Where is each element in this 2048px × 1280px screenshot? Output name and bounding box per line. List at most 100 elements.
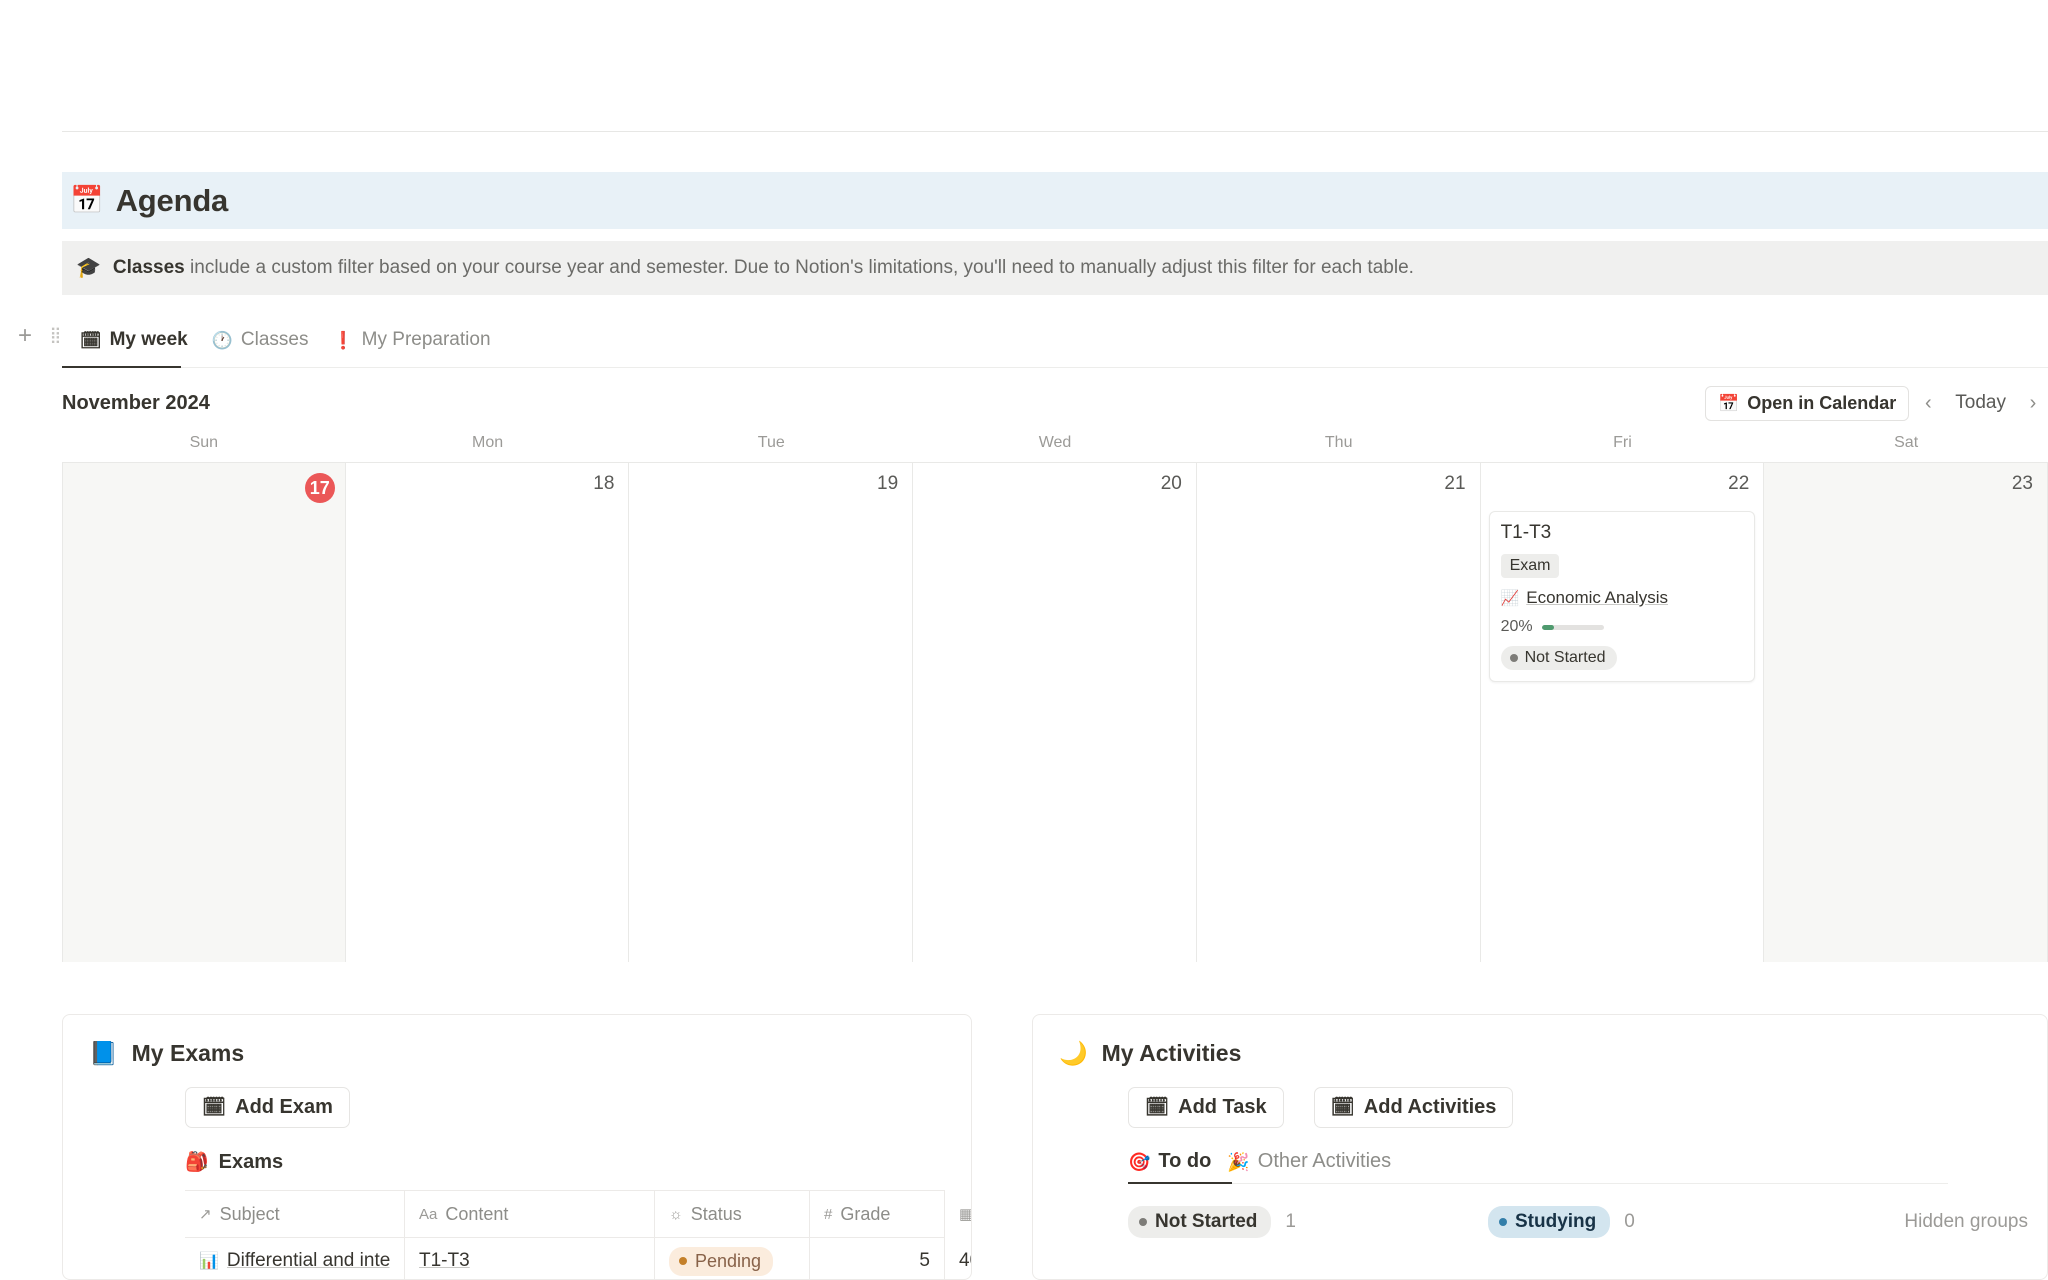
column-header-subject[interactable]: ↗ Subject bbox=[185, 1191, 405, 1237]
tab-to-do-label: To do bbox=[1158, 1150, 1212, 1172]
event-status-badge: Not Started bbox=[1500, 646, 1617, 670]
group-badge: Studying bbox=[1487, 1206, 1611, 1238]
tab-classes[interactable]: 🕐 Classes bbox=[200, 323, 321, 357]
crescent-moon-icon: 🌙 bbox=[1059, 1039, 1088, 1066]
weekday-mon: Mon bbox=[472, 434, 504, 451]
calendar-icon: 🗓 bbox=[1145, 1097, 1170, 1118]
weekday-thu: Thu bbox=[1324, 434, 1353, 451]
event-tag: Exam bbox=[1500, 554, 1560, 578]
column-header-weight[interactable]: ▦ We bbox=[945, 1191, 972, 1237]
chevron-left-icon[interactable]: ‹ bbox=[1913, 388, 1943, 418]
my-exams-header: 📘 My Exams bbox=[63, 1035, 971, 1071]
column-label-content: Content bbox=[445, 1203, 509, 1224]
event-progress-label: 20% bbox=[1500, 618, 1533, 635]
day-number: 21 bbox=[1444, 473, 1466, 494]
day-cell-18[interactable]: 18 bbox=[346, 463, 630, 962]
column-header-content[interactable]: Aa Content bbox=[405, 1191, 655, 1237]
status-icon: ☼ bbox=[669, 1205, 683, 1223]
column-header-grade[interactable]: # Grade bbox=[810, 1191, 945, 1237]
text-icon: Aa bbox=[419, 1205, 438, 1223]
add-exam-button[interactable]: 🗓 Add Exam bbox=[185, 1087, 350, 1128]
cell-subject[interactable]: 📊 Differential and integ bbox=[185, 1238, 405, 1279]
day-number: 18 bbox=[593, 473, 615, 494]
callout-text: Classes include a custom filter based on… bbox=[113, 256, 1414, 281]
day-cell-23[interactable]: 23 bbox=[1764, 463, 2048, 962]
group-label: Not Started bbox=[1155, 1211, 1258, 1232]
column-header-status[interactable]: ☼ Status bbox=[655, 1191, 810, 1237]
tab-to-do[interactable]: 🎯 To do bbox=[1128, 1150, 1211, 1177]
calendar-weekday-header: Sun Mon Tue Wed Thu Fri Sat bbox=[62, 428, 2048, 458]
add-activities-button[interactable]: 🗓 Add Activities bbox=[1313, 1087, 1514, 1128]
chevron-right-icon[interactable]: › bbox=[2018, 388, 2048, 418]
day-number: 19 bbox=[877, 473, 899, 494]
cell-status[interactable]: Pending bbox=[655, 1238, 810, 1279]
tab-other-activities-label: Other Activities bbox=[1257, 1150, 1392, 1172]
status-dot-icon bbox=[1498, 1218, 1507, 1226]
cell-weight-label: 40% bbox=[959, 1250, 971, 1271]
target-icon: 🎯 bbox=[1128, 1151, 1151, 1172]
status-badge-label: Pending bbox=[695, 1250, 762, 1271]
add-task-label: Add Task bbox=[1178, 1096, 1267, 1118]
calendar-icon: 🗓 bbox=[202, 1097, 227, 1118]
my-activities-panel: 🌙 My Activities 🗓 Add Task 🗓 Add Activit… bbox=[1032, 1014, 2048, 1280]
table-row[interactable]: 📊 Differential and integ T1-T3 Pending 5 bbox=[185, 1238, 971, 1279]
group-not-started[interactable]: Not Started 1 bbox=[1128, 1206, 1296, 1238]
event-progress: 20% bbox=[1501, 618, 1744, 636]
chart-icon: 📊 bbox=[199, 1253, 219, 1270]
event-title: T1-T3 bbox=[1500, 522, 1552, 543]
calendar-month-label: November 2024 bbox=[62, 391, 210, 414]
exams-database-label: Exams bbox=[218, 1150, 284, 1173]
tab-other-activities[interactable]: 🎉 Other Activities bbox=[1227, 1150, 1391, 1177]
backpack-icon: 🎒 bbox=[185, 1152, 209, 1173]
calendar-event-card[interactable]: T1-T3 Exam 📈 Economic Analysis 20% Not S… bbox=[1488, 511, 1756, 682]
tab-classes-label: Classes bbox=[240, 329, 309, 350]
day-number: 23 bbox=[2011, 473, 2033, 494]
weekday-fri: Fri bbox=[1613, 434, 1632, 451]
open-in-calendar-button[interactable]: 📅 Open in Calendar bbox=[1705, 385, 1910, 421]
group-count: 1 bbox=[1285, 1211, 1296, 1232]
chart-icon: 📈 bbox=[1500, 589, 1520, 607]
info-callout: 🎓 Classes include a custom filter based … bbox=[62, 241, 2048, 295]
activities-tabbar: 🎯 To do 🎉 Other Activities bbox=[1128, 1150, 1948, 1184]
cell-weight[interactable]: 40% bbox=[945, 1238, 971, 1279]
day-cell-19[interactable]: 19 bbox=[629, 463, 914, 962]
graduation-cap-icon: 🎓 bbox=[76, 257, 101, 279]
day-cell-20[interactable]: 20 bbox=[913, 463, 1197, 962]
tabbar-divider bbox=[62, 367, 2048, 368]
my-activities-actions: 🗓 Add Task 🗓 Add Activities bbox=[1033, 1071, 2047, 1128]
day-cell-22[interactable]: 22 T1-T3 Exam 📈 Economic Analysis 20% No… bbox=[1481, 463, 1765, 962]
calendar-week-grid: 17 18 19 20 21 22 T1-T3 Exam 📈 Economic … bbox=[62, 462, 2048, 962]
drag-handle-icon[interactable]: ⣿ bbox=[42, 323, 68, 349]
my-exams-actions: 🗓 Add Exam bbox=[63, 1071, 971, 1128]
add-activities-label: Add Activities bbox=[1363, 1096, 1497, 1118]
exams-database-title[interactable]: 🎒 Exams bbox=[63, 1128, 971, 1174]
status-dot-icon bbox=[1139, 1218, 1147, 1226]
progress-icon: ▦ bbox=[959, 1206, 972, 1223]
event-relation-label: Economic Analysis bbox=[1526, 588, 1668, 607]
add-view-button[interactable]: + bbox=[8, 323, 42, 349]
day-number-today: 17 bbox=[304, 473, 335, 503]
tab-my-week[interactable]: 🗓 My week bbox=[68, 323, 200, 357]
tab-my-preparation[interactable]: ❗ My Preparation bbox=[321, 323, 503, 357]
today-button[interactable]: Today bbox=[1947, 388, 2014, 418]
event-status-label: Not Started bbox=[1524, 649, 1606, 666]
add-task-button[interactable]: 🗓 Add Task bbox=[1128, 1087, 1284, 1128]
group-studying[interactable]: Studying 0 bbox=[1487, 1206, 1635, 1238]
callout-body: include a custom filter based on your co… bbox=[184, 256, 1414, 278]
day-cell-17[interactable]: 17 bbox=[62, 463, 346, 962]
calendar-emoji: 📅 bbox=[70, 185, 104, 215]
activities-tab-active-indicator bbox=[1128, 1182, 1232, 1184]
hidden-groups-button[interactable]: Hidden groups bbox=[1904, 1211, 2028, 1233]
cell-content-label: T1-T3 bbox=[419, 1250, 470, 1271]
event-relation[interactable]: 📈 Economic Analysis bbox=[1501, 588, 1744, 608]
exclamation-icon: ❗ bbox=[332, 330, 354, 350]
column-label-status: Status bbox=[690, 1203, 742, 1224]
table-header-row: ↗ Subject Aa Content ☼ Status # Grade ▦ bbox=[185, 1191, 971, 1238]
day-cell-21[interactable]: 21 bbox=[1197, 463, 1481, 962]
calendar-view-icon: 🗓 bbox=[80, 330, 102, 350]
cell-content[interactable]: T1-T3 bbox=[405, 1238, 655, 1279]
cell-subject-label: Differential and integ bbox=[226, 1250, 390, 1271]
top-divider bbox=[62, 131, 2048, 132]
page-title: Agenda bbox=[115, 182, 229, 218]
cell-grade[interactable]: 5 bbox=[810, 1238, 945, 1279]
